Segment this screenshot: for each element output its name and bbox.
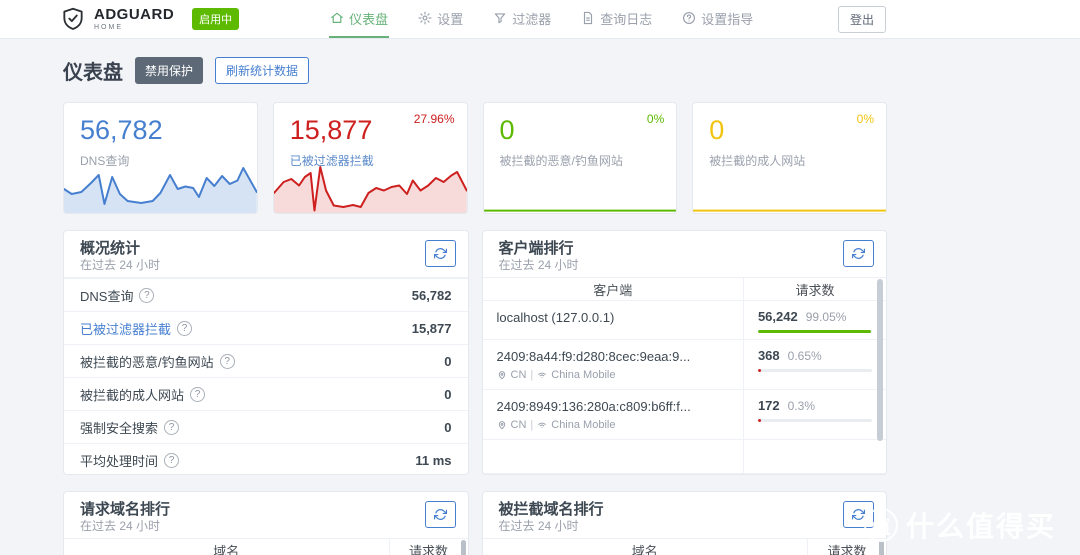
malware-value: 0 [500, 115, 515, 146]
client-usage-bar [758, 419, 872, 422]
malware-percent: 0% [647, 112, 664, 126]
refresh-top-domains-button[interactable] [425, 501, 456, 528]
help-icon[interactable]: ? [139, 288, 154, 303]
logout-button[interactable]: 登出 [838, 6, 886, 33]
brand-name: ADGUARD [94, 7, 174, 22]
refresh-general-stats-button[interactable] [425, 240, 456, 267]
top-blocked-domains-panel: 被拦截域名排行 在过去 24 小时 域名 请求数 [482, 491, 888, 555]
protection-status-badge: 启用中 [192, 8, 239, 30]
refresh-icon [434, 508, 447, 521]
blocked-percent: 27.96% [414, 112, 455, 126]
general-statistics-subtitle: 在过去 24 小时 [80, 258, 452, 273]
clients-col-requests: 请求数 [744, 278, 886, 300]
help-icon[interactable]: ? [164, 420, 179, 435]
stat-row-blocked: 已被过滤器拦截? 15,877 [64, 311, 468, 344]
domains-table-header: 域名 请求数 [64, 539, 468, 555]
top-clients-title: 客户端排行 [499, 239, 871, 258]
gear-icon [418, 11, 432, 25]
adult-percent: 0% [857, 112, 874, 126]
wifi-icon [537, 370, 547, 380]
top-blocked-domains-subtitle: 在过去 24 小时 [499, 519, 871, 534]
nav-item-setup-guide[interactable]: 设置指导 [681, 0, 754, 38]
nav-item-filters[interactable]: 过滤器 [492, 0, 552, 38]
domains-col-domain: 域名 [64, 539, 390, 555]
empty-table-row [483, 440, 887, 474]
top-queried-domains-panel: 请求域名排行 在过去 24 小时 域名 请求数 [63, 491, 469, 555]
location-pin-icon [497, 370, 507, 380]
client-row-ipv6-2: 2409:8949:136:280a:c809:b6ff:f... CN | C… [483, 390, 887, 440]
filter-icon [493, 11, 507, 25]
page-header: 仪表盘 禁用保护 刷新统计数据 [63, 56, 887, 85]
adult-sparkline [693, 205, 886, 213]
top-queried-domains-title: 请求域名排行 [80, 500, 452, 519]
card-blocked-adult: 0 被拦截的成人网站 0% [692, 102, 887, 214]
help-icon[interactable]: ? [220, 354, 235, 369]
refresh-icon [434, 247, 447, 260]
stat-row-dns: DNS查询? 56,782 [64, 278, 468, 311]
refresh-statistics-button[interactable]: 刷新统计数据 [215, 57, 309, 84]
stat-row-malware: 被拦截的恶意/钓鱼网站? 0 [64, 344, 468, 377]
nav-item-dashboard[interactable]: 仪表盘 [329, 0, 389, 38]
malware-label: 被拦截的恶意/钓鱼网站 [500, 152, 623, 169]
refresh-icon [852, 247, 865, 260]
stat-row-avg-time: 平均处理时间? 11 ms [64, 443, 468, 475]
smzdm-logo-icon: 值 [864, 508, 898, 542]
clients-scrollbar[interactable] [877, 279, 883, 441]
stat-row-adult: 被拦截的成人网站? 0 [64, 377, 468, 410]
general-statistics-panel: 概况统计 在过去 24 小时 DNS查询? 56,782 已被过滤器拦截? 15… [63, 230, 469, 475]
help-icon[interactable]: ? [164, 453, 179, 468]
document-icon [581, 11, 595, 25]
help-icon [682, 11, 696, 25]
location-pin-icon [497, 420, 507, 430]
home-icon [330, 11, 344, 25]
stat-cards: 56,782 DNS查询 15,877 已被过滤器拦截 27.96% 0 被拦截… [63, 102, 887, 214]
disable-protection-button[interactable]: 禁用保护 [135, 57, 203, 84]
domains-scrollbar[interactable] [461, 540, 466, 555]
card-dns-queries: 56,782 DNS查询 [63, 102, 258, 214]
client-usage-bar [758, 369, 872, 372]
client-usage-bar [758, 330, 872, 333]
wifi-icon [537, 420, 547, 430]
blocked-domains-col-domain: 域名 [483, 539, 809, 555]
nav-item-query-log[interactable]: 查询日志 [580, 0, 653, 38]
adult-value: 0 [709, 115, 724, 146]
refresh-top-clients-button[interactable] [843, 240, 874, 267]
top-clients-subtitle: 在过去 24 小时 [499, 258, 871, 273]
client-row-localhost: localhost (127.0.0.1) 56,242 99.05% [483, 301, 887, 340]
dns-queries-sparkline [64, 163, 257, 213]
page-title: 仪表盘 [63, 56, 123, 85]
top-queried-domains-subtitle: 在过去 24 小时 [80, 519, 452, 534]
top-blocked-domains-title: 被拦截域名排行 [499, 500, 871, 519]
adult-label: 被拦截的成人网站 [709, 152, 805, 169]
blocked-domains-table-header: 域名 请求数 [483, 539, 887, 555]
card-blocked-by-filters: 15,877 已被过滤器拦截 27.96% [273, 102, 468, 214]
top-clients-panel: 客户端排行 在过去 24 小时 客户端 请求数 localhost (127.0… [482, 230, 888, 475]
dns-queries-value: 56,782 [80, 115, 163, 146]
shield-check-icon [60, 6, 86, 32]
smzdm-watermark: 值 什么值得买 [864, 505, 1056, 545]
blocked-value: 15,877 [290, 115, 373, 146]
card-blocked-malware: 0 被拦截的恶意/钓鱼网站 0% [483, 102, 678, 214]
nav-menu: 仪表盘 设置 过滤器 查询日志 设置指导 [329, 0, 754, 38]
malware-sparkline [484, 205, 677, 213]
dashboard-page: 仪表盘 禁用保护 刷新统计数据 56,782 DNS查询 15,877 已被过滤… [63, 56, 887, 555]
brand-sub: HOME [94, 24, 174, 31]
smzdm-watermark-text: 什么值得买 [906, 505, 1056, 545]
blocked-sparkline [274, 163, 467, 213]
clients-col-client: 客户端 [483, 278, 744, 300]
help-icon[interactable]: ? [190, 387, 205, 402]
help-icon[interactable]: ? [177, 321, 192, 336]
stat-row-safesearch: 强制安全搜索? 0 [64, 410, 468, 443]
general-statistics-title: 概况统计 [80, 239, 452, 258]
clients-table-header: 客户端 请求数 [483, 278, 887, 301]
top-nav: ADGUARD HOME 启用中 仪表盘 设置 过滤器 查询日志 设置指导 登出 [0, 0, 1080, 39]
nav-item-settings[interactable]: 设置 [417, 0, 464, 38]
domains-col-requests: 请求数 [390, 539, 468, 555]
adguard-logo: ADGUARD HOME 启用中 [60, 0, 239, 38]
client-row-ipv6-1: 2409:8a44:f9:d280:8cec:9eaa:9... CN | Ch… [483, 340, 887, 390]
